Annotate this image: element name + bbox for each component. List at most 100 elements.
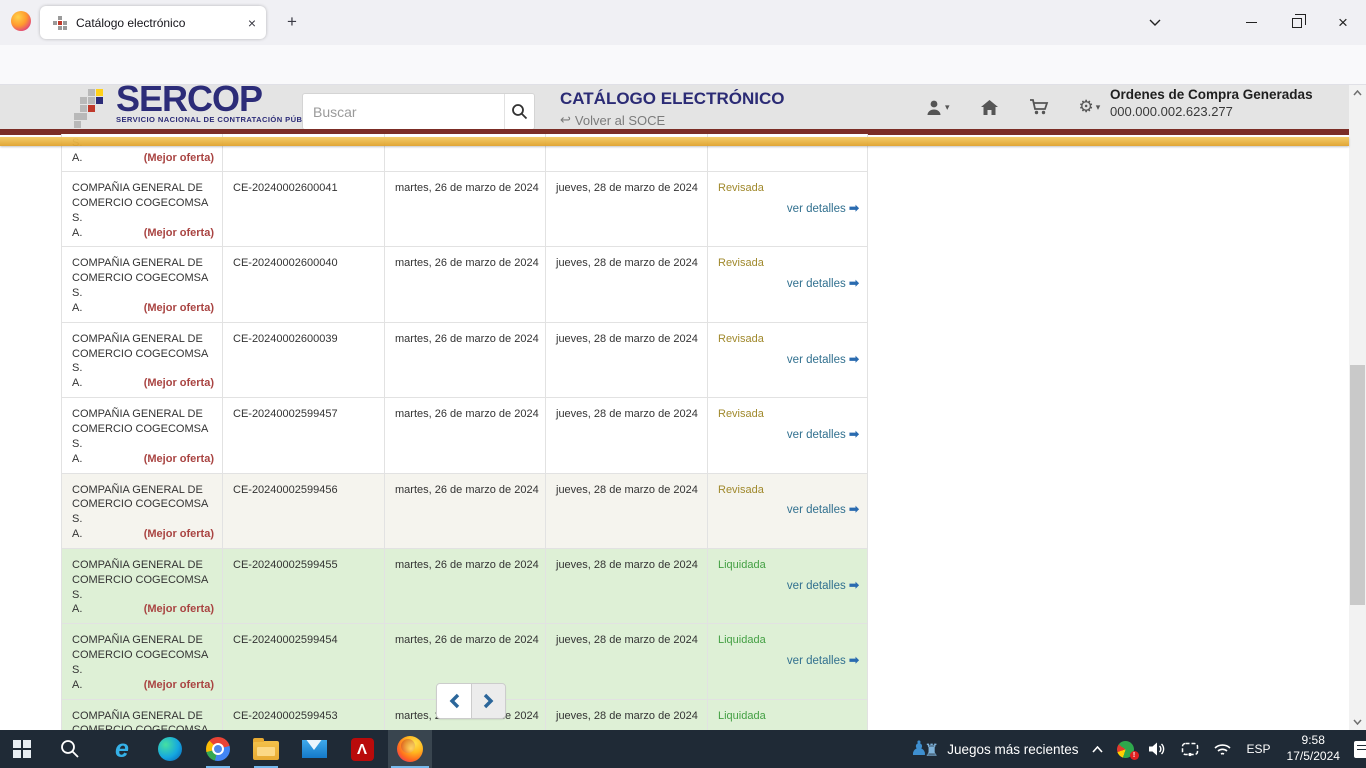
- search-button[interactable]: [504, 94, 534, 129]
- tray-expand-chevron-icon[interactable]: [1085, 730, 1110, 768]
- user-menu-button[interactable]: ▾: [925, 99, 950, 116]
- delivery-date-cell: jueves, 28 de marzo de 2024: [546, 323, 708, 397]
- wifi-icon[interactable]: [1206, 730, 1239, 768]
- search-input[interactable]: [303, 94, 504, 129]
- start-button[interactable]: [0, 730, 44, 768]
- details-arrow-icon: ➡: [849, 427, 859, 441]
- close-button[interactable]: ×: [1320, 0, 1366, 45]
- firefox-window: Catálogo electrónico × + × ← → ⟳ https:/…: [0, 0, 1366, 768]
- home-button[interactable]: [980, 99, 999, 116]
- settings-gear-button[interactable]: ⚙▾: [1079, 97, 1101, 117]
- delivery-date-cell: jueves, 28 de marzo de 2024: [546, 549, 708, 623]
- file-explorer-icon[interactable]: [244, 730, 288, 768]
- site-favicon: [52, 15, 67, 30]
- recent-games-label: Juegos más recientes: [947, 742, 1078, 757]
- best-offer-badge: (Mejor oferta): [144, 678, 214, 693]
- ver-detalles-link[interactable]: ver detalles ➡: [718, 652, 859, 670]
- action-center-icon[interactable]: 2: [1354, 741, 1366, 758]
- scroll-down-icon[interactable]: [1349, 714, 1366, 730]
- status-cell: Revisada ver detalles ➡: [708, 398, 868, 472]
- supplier-cell: COMPAÑIA GENERAL DE COMERCIO COGECOMSA S…: [61, 398, 223, 472]
- scrollbar-thumb[interactable]: [1350, 365, 1365, 605]
- previous-page-button[interactable]: [437, 684, 471, 718]
- volver-al-soce-link[interactable]: ↩ Volver al SOCE: [560, 112, 784, 128]
- delivery-date-cell: jueves, 28 de marzo de 2024: [546, 398, 708, 472]
- best-offer-badge: (Mejor oferta): [144, 602, 214, 617]
- language-indicator[interactable]: ESP: [1239, 742, 1279, 756]
- taskbar-search-icon[interactable]: [48, 730, 92, 768]
- next-page-button[interactable]: [471, 684, 505, 718]
- ver-detalles-link[interactable]: ver detalles ➡: [718, 501, 859, 519]
- status-cell: Liquidada ver detalles ➡: [708, 549, 868, 623]
- order-code-cell: CE-20240002599455: [223, 549, 385, 623]
- status-badge: Revisada: [718, 256, 859, 271]
- volume-icon[interactable]: [1141, 730, 1174, 768]
- status-badge: Revisada: [718, 181, 859, 196]
- list-all-tabs-icon[interactable]: [1132, 0, 1178, 45]
- tab-close-icon[interactable]: ×: [246, 15, 258, 31]
- supplier-cell: COMPAÑIA GENERAL DE COMERCIO COGECOMSA S…: [61, 549, 223, 623]
- firefox-taskbar-icon[interactable]: [388, 730, 432, 768]
- antivirus-tray-icon[interactable]: !: [1110, 730, 1141, 768]
- order-code-cell: CE-20240002599454: [223, 624, 385, 698]
- chrome-icon[interactable]: [196, 730, 240, 768]
- best-offer-badge: (Mejor oferta): [144, 452, 214, 467]
- ver-detalles-link[interactable]: ver detalles ➡: [718, 200, 859, 218]
- status-cell: Liquidada ver detalles ➡: [708, 624, 868, 698]
- delivery-date-cell: jueves, 28 de marzo de 2024: [546, 474, 708, 548]
- orders-table: COMERCIO COGECOMSA S. A.(Mejor oferta) v…: [61, 134, 868, 768]
- browser-tab[interactable]: Catálogo electrónico ×: [40, 6, 266, 39]
- status-badge: Revisada: [718, 407, 859, 422]
- order-date-cell: martes, 26 de marzo de 2024: [385, 247, 546, 321]
- details-arrow-icon: ➡: [849, 502, 859, 516]
- best-offer-badge: (Mejor oferta): [144, 376, 214, 391]
- table-row: COMPAÑIA GENERAL DE COMERCIO COGECOMSA S…: [61, 474, 868, 549]
- details-arrow-icon: ➡: [849, 352, 859, 366]
- cast-screen-icon[interactable]: [1174, 730, 1206, 768]
- status-cell: Revisada ver detalles ➡: [708, 247, 868, 321]
- header-yellow-divider: [0, 137, 1349, 146]
- status-cell: Revisada ver detalles ➡: [708, 474, 868, 548]
- delivery-date-cell: jueves, 28 de marzo de 2024: [546, 247, 708, 321]
- cart-button[interactable]: [1029, 98, 1049, 116]
- ver-detalles-link[interactable]: ver detalles ➡: [718, 275, 859, 293]
- ver-detalles-link[interactable]: ver detalles ➡: [718, 426, 859, 444]
- restore-button[interactable]: [1274, 0, 1320, 45]
- minimize-button[interactable]: [1228, 0, 1274, 45]
- ver-detalles-link[interactable]: ver detalles ➡: [718, 577, 859, 595]
- supplier-cell: COMPAÑIA GENERAL DE COMERCIO COGECOMSA S…: [61, 323, 223, 397]
- internet-explorer-icon[interactable]: e: [100, 730, 144, 768]
- ver-detalles-link[interactable]: ver detalles ➡: [718, 351, 859, 369]
- table-row: COMPAÑIA GENERAL DE COMERCIO COGECOMSA S…: [61, 398, 868, 473]
- browser-titlebar: Catálogo electrónico × + ×: [0, 0, 1366, 45]
- order-date-cell: martes, 26 de marzo de 2024: [385, 172, 546, 246]
- status-badge: Revisada: [718, 483, 859, 498]
- taskbar-clock[interactable]: 9:58 17/5/2024: [1279, 733, 1348, 764]
- edge-icon[interactable]: [148, 730, 192, 768]
- adobe-reader-icon[interactable]: Λ: [340, 730, 384, 768]
- details-arrow-icon: ➡: [849, 653, 859, 667]
- status-cell: Revisada ver detalles ➡: [708, 172, 868, 246]
- order-date-cell: martes, 26 de marzo de 2024: [385, 323, 546, 397]
- chess-pieces-icon: ♟♜: [910, 739, 939, 759]
- scroll-up-icon[interactable]: [1349, 85, 1366, 101]
- mail-icon[interactable]: [292, 730, 336, 768]
- table-row: COMPAÑIA GENERAL DE COMERCIO COGECOMSA S…: [61, 172, 868, 247]
- header-search: [302, 93, 535, 130]
- delivery-date-cell: jueves, 28 de marzo de 2024: [546, 172, 708, 246]
- tab-title: Catálogo electrónico: [76, 16, 246, 30]
- firefox-logo-icon[interactable]: [11, 11, 31, 31]
- recent-games-button[interactable]: ♟♜ Juegos más recientes: [904, 730, 1085, 768]
- best-offer-badge: (Mejor oferta): [144, 301, 214, 316]
- order-date-cell: martes, 26 de marzo de 2024: [385, 549, 546, 623]
- sercop-logo[interactable]: SERCOP SERVICIO NACIONAL DE CONTRATACIÓN…: [74, 81, 322, 129]
- details-arrow-icon: ➡: [849, 201, 859, 215]
- orders-generated-count: 000.000.002.623.277: [1110, 104, 1340, 119]
- order-date-cell: martes, 26 de marzo de 2024: [385, 474, 546, 548]
- best-offer-badge: (Mejor oferta): [144, 226, 214, 241]
- status-badge: Liquidada: [718, 709, 859, 724]
- vertical-scrollbar[interactable]: [1349, 85, 1366, 730]
- new-tab-button[interactable]: +: [278, 8, 306, 36]
- table-row: COMPAÑIA GENERAL DE COMERCIO COGECOMSA S…: [61, 247, 868, 322]
- sercop-logo-subtitle: SERVICIO NACIONAL DE CONTRATACIÓN PÚBLIC…: [116, 115, 322, 124]
